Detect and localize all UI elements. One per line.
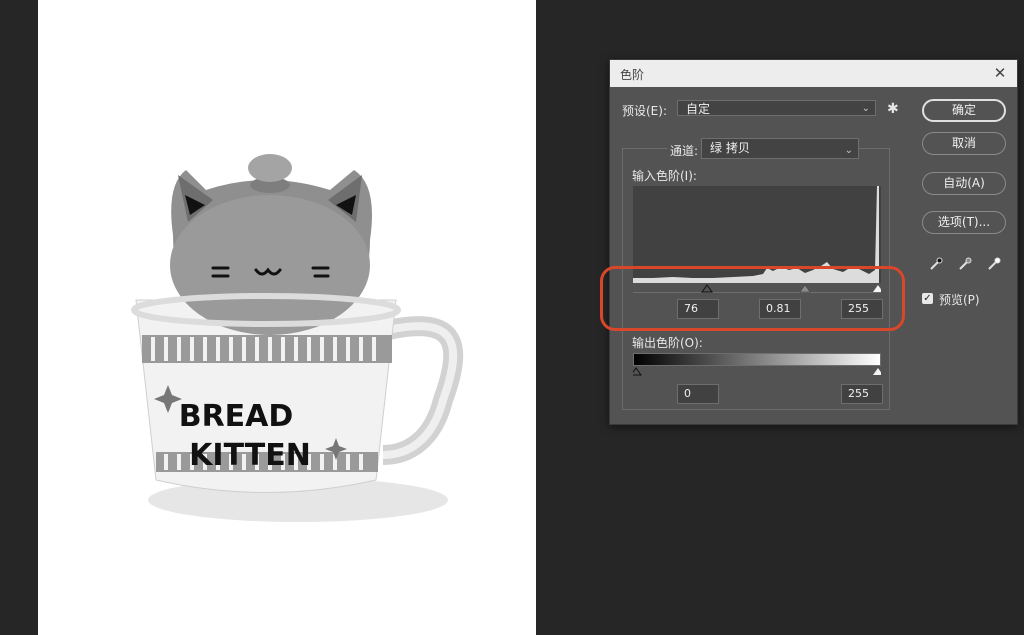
dialog-title: 色阶 [620, 68, 645, 82]
checkbox-check-icon[interactable]: ✓ [922, 293, 933, 304]
cup-text-bread: BREAD [179, 399, 294, 434]
ok-button[interactable]: 确定 [922, 99, 1006, 122]
output-levels-label: 输出色阶(O): [632, 336, 703, 350]
preset-label: 预设(E): [622, 104, 667, 118]
preset-value: 自定 [686, 102, 711, 116]
input-gray-slider-handle [799, 284, 811, 293]
input-black-field[interactable]: 76 [677, 299, 719, 319]
preset-select[interactable]: 自定 ⌄ [677, 100, 876, 116]
input-white-slider-handle [873, 285, 881, 292]
dialog-titlebar[interactable]: 色阶 ✕ [610, 60, 1017, 87]
auto-button[interactable]: 自动(A) [922, 172, 1006, 195]
options-button[interactable]: 选项(T)... [922, 211, 1006, 234]
channel-label: 通道: [667, 142, 702, 159]
kitten-cup-photo: BREAD KITTEN [131, 154, 464, 522]
gray-eyedropper-icon[interactable] [957, 256, 973, 272]
chevron-down-icon: ⌄ [861, 103, 870, 114]
levels-dialog: 色阶 ✕ 预设(E): 自定 ⌄ ✱ 确定 取消 自动(A) 选项(T)... … [609, 59, 1018, 425]
output-black-slider-handle [633, 367, 642, 376]
white-eyedropper-icon[interactable] [986, 256, 1002, 272]
input-black-slider-handle [701, 284, 713, 293]
input-levels-label: 输入色阶(I): [632, 169, 697, 183]
preview-label: 预览(P) [939, 293, 980, 307]
output-slider[interactable] [633, 367, 881, 376]
gear-icon[interactable]: ✱ [887, 102, 899, 116]
chevron-down-icon: ⌄ [844, 145, 853, 156]
close-icon[interactable]: ✕ [991, 63, 1009, 83]
channel-select[interactable]: 绿 拷贝 ⌄ [701, 138, 859, 159]
output-gradient-bar [633, 353, 881, 366]
input-white-field[interactable]: 255 [841, 299, 883, 319]
input-gamma-field[interactable]: 0.81 [759, 299, 801, 319]
output-white-slider-handle [873, 368, 881, 375]
histogram [633, 186, 881, 283]
output-black-field[interactable]: 0 [677, 384, 719, 404]
channel-value: 绿 拷贝 [710, 141, 750, 155]
cancel-button[interactable]: 取消 [922, 132, 1006, 155]
output-white-field[interactable]: 255 [841, 384, 883, 404]
input-slider[interactable] [633, 284, 881, 293]
canvas-document: BREAD KITTEN [38, 0, 536, 635]
cup-text-kitten: KITTEN [189, 438, 311, 473]
black-eyedropper-icon[interactable] [928, 256, 944, 272]
